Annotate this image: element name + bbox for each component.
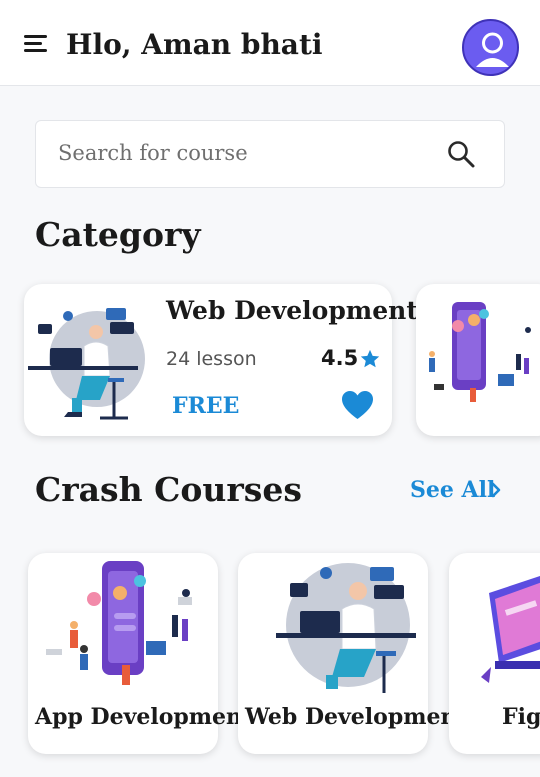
star-icon <box>360 349 380 368</box>
hamburger-menu-icon[interactable] <box>24 35 47 52</box>
course-card-label: Fign <box>502 704 540 730</box>
search-placeholder: Search for course <box>58 141 248 165</box>
web-development-illustration <box>28 308 145 420</box>
crash-courses-heading: Crash Courses <box>35 470 302 509</box>
app-development-illustration <box>46 561 192 685</box>
see-all-link[interactable]: See All <box>410 477 495 503</box>
chevron-right-icon[interactable] <box>489 480 503 500</box>
price-badge: FREE <box>172 393 240 419</box>
lesson-count: 24 lesson <box>166 348 257 370</box>
figma-illustration <box>481 576 540 683</box>
category-heading: Category <box>35 215 201 254</box>
category-card-app-development[interactable] <box>416 284 540 436</box>
category-card-title: Web Development <box>166 296 418 325</box>
greeting-title: Hlo, Aman bhati <box>66 28 323 61</box>
search-icon[interactable] <box>446 139 476 169</box>
rating-value: 4.5 <box>321 346 359 370</box>
heart-icon[interactable] <box>341 390 374 420</box>
app-header: Hlo, Aman bhati <box>0 0 540 86</box>
avatar-icon[interactable] <box>462 19 519 76</box>
web-development-illustration <box>276 563 416 693</box>
app-development-illustration <box>429 302 531 402</box>
course-card-label: App Development <box>35 704 253 730</box>
search-input[interactable]: Search for course <box>35 120 505 188</box>
course-card-label: Web Development <box>245 704 467 730</box>
